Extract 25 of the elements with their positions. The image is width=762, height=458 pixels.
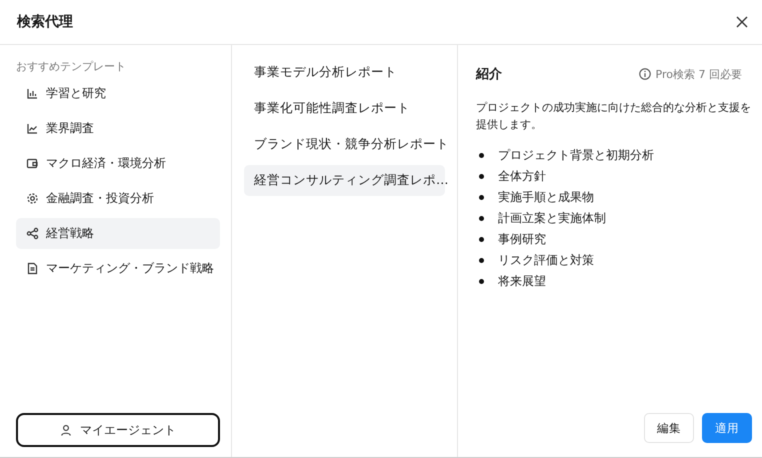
my-agent-button[interactable]: マイエージェント	[16, 413, 220, 447]
apply-button[interactable]: 適用	[702, 413, 752, 443]
sidebar-item[interactable]: 経営戦略	[16, 218, 220, 249]
detail-heading: 紹介	[476, 66, 502, 83]
sidebar-item[interactable]: 業界調査	[16, 113, 220, 144]
sidebar-item[interactable]: 学習と研究	[16, 78, 220, 109]
sidebar-item[interactable]: 金融調査・投資分析	[16, 183, 220, 214]
bullet-item: 将来展望	[479, 271, 752, 292]
bullet-item: 全体方針	[479, 166, 752, 187]
bullet-item: プロジェクト背景と初期分析	[479, 145, 752, 166]
template-item[interactable]: 事業モデル分析レポート	[244, 57, 445, 88]
bullet-item: 実施手順と成果物	[479, 187, 752, 208]
bullet-item: 計画立案と実施体制	[479, 208, 752, 229]
description: プロジェクトの成功実施に向けた総合的な分析と支援を提供します。	[476, 100, 752, 133]
edit-button[interactable]: 編集	[644, 413, 694, 443]
section-heading: おすすめテンプレート	[16, 59, 127, 74]
sidebar-item[interactable]: マーケティング・ブランド戦略	[16, 253, 220, 284]
template-item[interactable]: 事業化可能性調査レポート	[244, 93, 445, 124]
template-item[interactable]: 経営コンサルティング調査レポ…	[244, 165, 445, 196]
bullet-item: 事例研究	[479, 229, 752, 250]
cost-note: Pro検索 7 回必要	[656, 66, 742, 82]
template-item[interactable]: ブランド現状・競争分析レポート	[244, 129, 445, 160]
dialog-title: 検索代理	[17, 13, 73, 31]
sidebar-item[interactable]: マクロ経済・環境分析	[16, 148, 220, 179]
bullet-item: リスク評価と対策	[479, 250, 752, 271]
